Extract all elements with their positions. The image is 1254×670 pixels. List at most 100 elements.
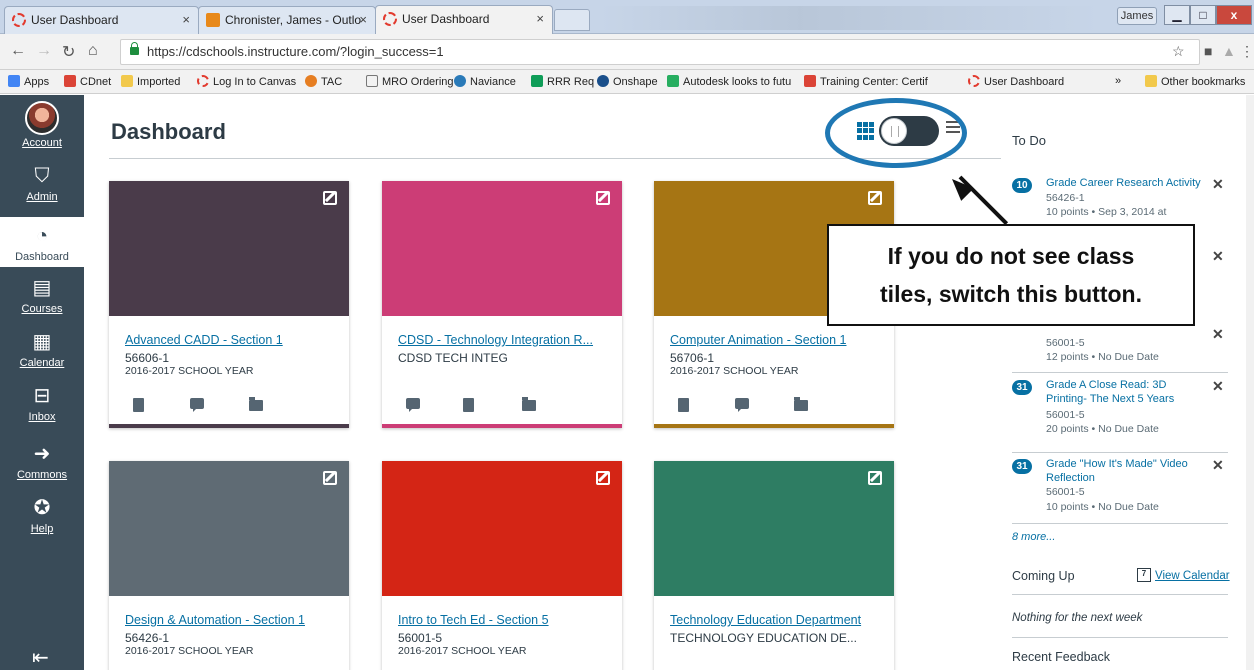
card-hero[interactable]	[654, 461, 894, 596]
coming-up-empty: Nothing for the next week	[1012, 612, 1143, 624]
collapse-nav-icon[interactable]: ⇤	[32, 645, 49, 670]
todo-course: 56001-5	[1046, 337, 1085, 349]
card-hero[interactable]	[382, 461, 622, 596]
bookmark-dashboard[interactable]: User Dashboard	[968, 75, 1064, 88]
edit-icon[interactable]	[868, 471, 882, 485]
dismiss-icon[interactable]: ✕	[1212, 248, 1224, 265]
bookmark-apps[interactable]: Apps	[8, 75, 49, 88]
close-tab-icon[interactable]: ×	[536, 6, 544, 32]
other-bookmarks[interactable]: Other bookmarks	[1145, 75, 1245, 88]
outlook-icon	[206, 13, 220, 27]
course-card[interactable]: Intro to Tech Ed - Section 5 56001-5 201…	[382, 461, 622, 670]
course-card[interactable]: Design & Automation - Section 1 56426-1 …	[109, 461, 349, 670]
bookmark-tac[interactable]: TAC	[305, 75, 342, 88]
nav-admin[interactable]: ⛉ Admin	[0, 163, 84, 209]
card-hero[interactable]	[109, 461, 349, 596]
nav-courses[interactable]: ▤ Courses	[0, 275, 84, 321]
edit-icon[interactable]	[868, 191, 882, 205]
edit-icon[interactable]	[596, 471, 610, 485]
files-icon[interactable]	[794, 397, 808, 411]
browser-tab-active[interactable]: User Dashboard ×	[375, 5, 553, 35]
todo-count-badge: 31	[1012, 380, 1032, 395]
close-tab-icon[interactable]: ×	[182, 7, 190, 33]
dismiss-icon[interactable]: ✕	[1212, 176, 1224, 193]
discussions-icon[interactable]	[735, 398, 749, 412]
nav-help[interactable]: ✪ Help	[0, 495, 84, 541]
course-card[interactable]: Technology Education Department TECHNOLO…	[654, 461, 894, 670]
global-navigation: Account ⛉ Admin ◔ Dashboard ▤ Courses ▦ …	[0, 95, 84, 670]
minimize-icon[interactable]: ▁	[1164, 5, 1190, 25]
todo-link[interactable]: Grade Career Research Activity	[1046, 176, 1210, 190]
files-icon[interactable]	[522, 397, 536, 411]
todo-item[interactable]: 31 Grade "How It's Made" Video Reflectio…	[1012, 457, 1232, 521]
course-card[interactable]: CDSD - Technology Integration R... CDSD …	[382, 181, 622, 428]
url-input[interactable]: https://cdschools.instructure.com/?login…	[120, 39, 1200, 65]
todo-link[interactable]: Grade A Close Read: 3D Printing- The Nex…	[1046, 378, 1210, 406]
card-hero[interactable]	[382, 181, 622, 316]
course-card[interactable]: Advanced CADD - Section 1 56606-1 2016-2…	[109, 181, 349, 428]
files-icon[interactable]	[249, 397, 263, 411]
course-title-link[interactable]: CDSD - Technology Integration R...	[398, 333, 613, 347]
dismiss-icon[interactable]: ✕	[1212, 378, 1224, 395]
close-window-icon[interactable]: x	[1216, 5, 1252, 25]
nav-account[interactable]: Account	[0, 101, 84, 153]
todo-item[interactable]: 56001-5 12 points • No Due Date ✕	[1012, 326, 1232, 370]
course-title-link[interactable]: Advanced CADD - Section 1	[125, 333, 340, 347]
course-title-link[interactable]: Intro to Tech Ed - Section 5	[398, 613, 613, 627]
todo-course: 56001-5	[1046, 486, 1085, 498]
book-icon: ▤	[32, 277, 52, 299]
browser-user-badge[interactable]: James	[1117, 7, 1157, 25]
bookmark-onshape[interactable]: Onshape	[597, 75, 658, 88]
browser-tab[interactable]: User Dashboard ×	[4, 6, 199, 34]
bookmark-imported[interactable]: Imported	[121, 75, 180, 88]
scrollbar[interactable]	[1246, 95, 1254, 670]
reload-icon[interactable]: ↻	[62, 42, 75, 62]
bookmark-cdnet[interactable]: CDnet	[64, 75, 111, 88]
bookmark-rrr[interactable]: RRR Req	[531, 75, 594, 88]
course-title-link[interactable]: Technology Education Department	[670, 613, 885, 627]
card-hero[interactable]	[109, 181, 349, 316]
help-gear-icon: ✪	[33, 497, 51, 519]
bookmark-mro[interactable]: MRO Ordering	[366, 75, 454, 88]
view-calendar-link[interactable]: View Calendar	[1155, 570, 1230, 582]
back-icon[interactable]: ←	[10, 42, 26, 60]
course-term: 2016-2017 SCHOOL YEAR	[670, 365, 799, 377]
close-tab-icon[interactable]: ×	[359, 7, 367, 33]
home-icon[interactable]: ⌂	[88, 42, 98, 60]
inbox-icon: ⊟	[33, 385, 51, 407]
edit-icon[interactable]	[323, 191, 337, 205]
shield-star-icon: ⛉	[34, 165, 50, 187]
dismiss-icon[interactable]: ✕	[1212, 326, 1224, 343]
new-tab-button[interactable]	[554, 9, 590, 31]
extension-icon[interactable]: ■	[1204, 43, 1212, 59]
bookmark-naviance[interactable]: Naviance	[454, 75, 516, 88]
bookmark-canvas[interactable]: Log In to Canvas	[197, 75, 296, 88]
browser-tab[interactable]: Chronister, James - Outlo ×	[198, 6, 376, 34]
todo-item[interactable]: 31 Grade A Close Read: 3D Printing- The …	[1012, 378, 1232, 450]
annotation-callout: If you do not see class tiles, switch th…	[827, 224, 1195, 326]
discussions-icon[interactable]	[190, 398, 204, 412]
maximize-icon[interactable]: □	[1190, 5, 1216, 25]
star-icon[interactable]: ☆	[1172, 43, 1185, 60]
drive-icon[interactable]: ▲	[1222, 43, 1236, 59]
course-title-link[interactable]: Design & Automation - Section 1	[125, 613, 340, 627]
assignments-icon[interactable]	[678, 398, 689, 412]
nav-inbox[interactable]: ⊟ Inbox	[0, 383, 84, 429]
dismiss-icon[interactable]: ✕	[1212, 457, 1224, 474]
assignments-icon[interactable]	[463, 398, 474, 412]
more-todo-link[interactable]: 8 more...	[1012, 531, 1055, 543]
menu-icon[interactable]: ⋮	[1240, 43, 1254, 60]
edit-icon[interactable]	[596, 191, 610, 205]
edit-icon[interactable]	[323, 471, 337, 485]
forward-icon[interactable]: →	[36, 42, 52, 60]
bookmark-training[interactable]: Training Center: Certif	[804, 75, 928, 88]
nav-commons[interactable]: ➜ Commons	[0, 441, 84, 487]
course-title-link[interactable]: Computer Animation - Section 1	[670, 333, 885, 347]
assignments-icon[interactable]	[133, 398, 144, 412]
bookmarks-overflow[interactable]: »	[1115, 75, 1121, 87]
discussions-icon[interactable]	[406, 398, 420, 412]
nav-calendar[interactable]: ▦ Calendar	[0, 329, 84, 375]
bookmark-autodesk[interactable]: Autodesk looks to futu	[667, 75, 791, 88]
nav-dashboard[interactable]: ◔ Dashboard	[0, 217, 84, 267]
todo-link[interactable]: Grade "How It's Made" Video Reflection	[1046, 457, 1196, 485]
